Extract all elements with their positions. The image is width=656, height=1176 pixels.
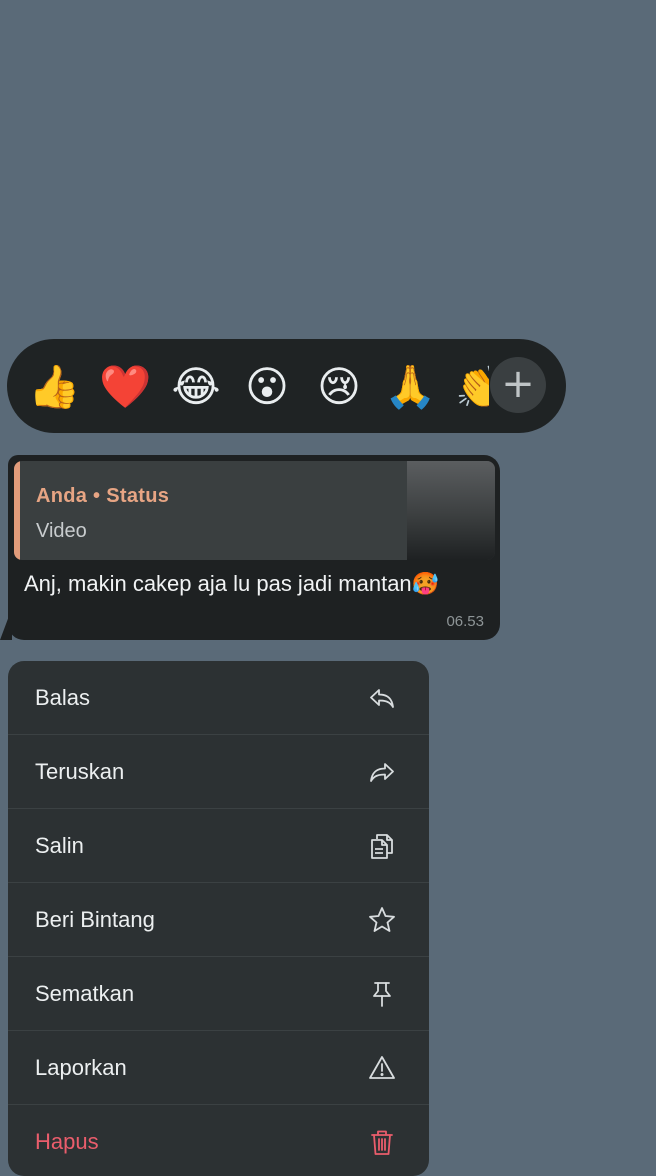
menu-item-star[interactable]: Beri Bintang (8, 883, 429, 956)
menu-item-forward[interactable]: Teruskan (8, 735, 429, 808)
menu-item-label: Teruskan (35, 759, 125, 784)
reaction-heart[interactable]: ❤️ (99, 361, 151, 413)
menu-item-label: Laporkan (35, 1055, 127, 1080)
warning-icon (367, 1053, 397, 1083)
star-icon (367, 905, 397, 935)
menu-item-label: Salin (35, 833, 84, 858)
message-text: Anj, makin cakep aja lu pas jadi mantan🥵 (24, 571, 440, 596)
reaction-surprised[interactable]: 😮 (241, 361, 293, 413)
trash-icon (367, 1127, 397, 1157)
menu-item-reply[interactable]: Balas (8, 661, 429, 734)
message-bubble[interactable]: Anda • Status Video Anj, makin cakep aja… (8, 455, 500, 640)
menu-item-pin[interactable]: Sematkan (8, 957, 429, 1030)
video-thumbnail (407, 461, 495, 560)
menu-item-label: Sematkan (35, 981, 135, 1006)
menu-item-label: Beri Bintang (35, 907, 155, 932)
reaction-crying[interactable]: 😢 (313, 361, 365, 413)
reaction-laughing[interactable]: 😂 (170, 361, 222, 413)
reply-icon (367, 683, 397, 713)
menu-item-label: Hapus (35, 1129, 99, 1154)
quoted-status[interactable]: Anda • Status Video (14, 461, 495, 560)
reaction-thumbs-up[interactable]: 👍 (28, 361, 80, 413)
menu-item-report[interactable]: Laporkan (8, 1031, 429, 1104)
message-time: 06.53 (446, 613, 484, 630)
menu-item-delete[interactable]: Hapus (8, 1105, 429, 1176)
reaction-clapping[interactable]: 👏 (455, 361, 489, 413)
forward-icon (367, 757, 397, 787)
add-reaction-button[interactable]: + (490, 357, 546, 413)
pin-icon (367, 979, 397, 1009)
message-context-menu: Balas Teruskan Salin Beri Bintang Sematk… (8, 661, 429, 1176)
quote-author: Anda • Status (36, 485, 170, 507)
menu-item-label: Balas (35, 685, 91, 710)
menu-item-copy[interactable]: Salin (8, 809, 429, 882)
quote-type: Video (36, 520, 87, 542)
quote-accent-bar (14, 461, 20, 560)
copy-icon (367, 831, 397, 861)
reaction-bar: 👍 ❤️ 😂 😮 😢 🙏 👏 + (7, 339, 566, 433)
reaction-folded-hands[interactable]: 🙏 (384, 361, 436, 413)
